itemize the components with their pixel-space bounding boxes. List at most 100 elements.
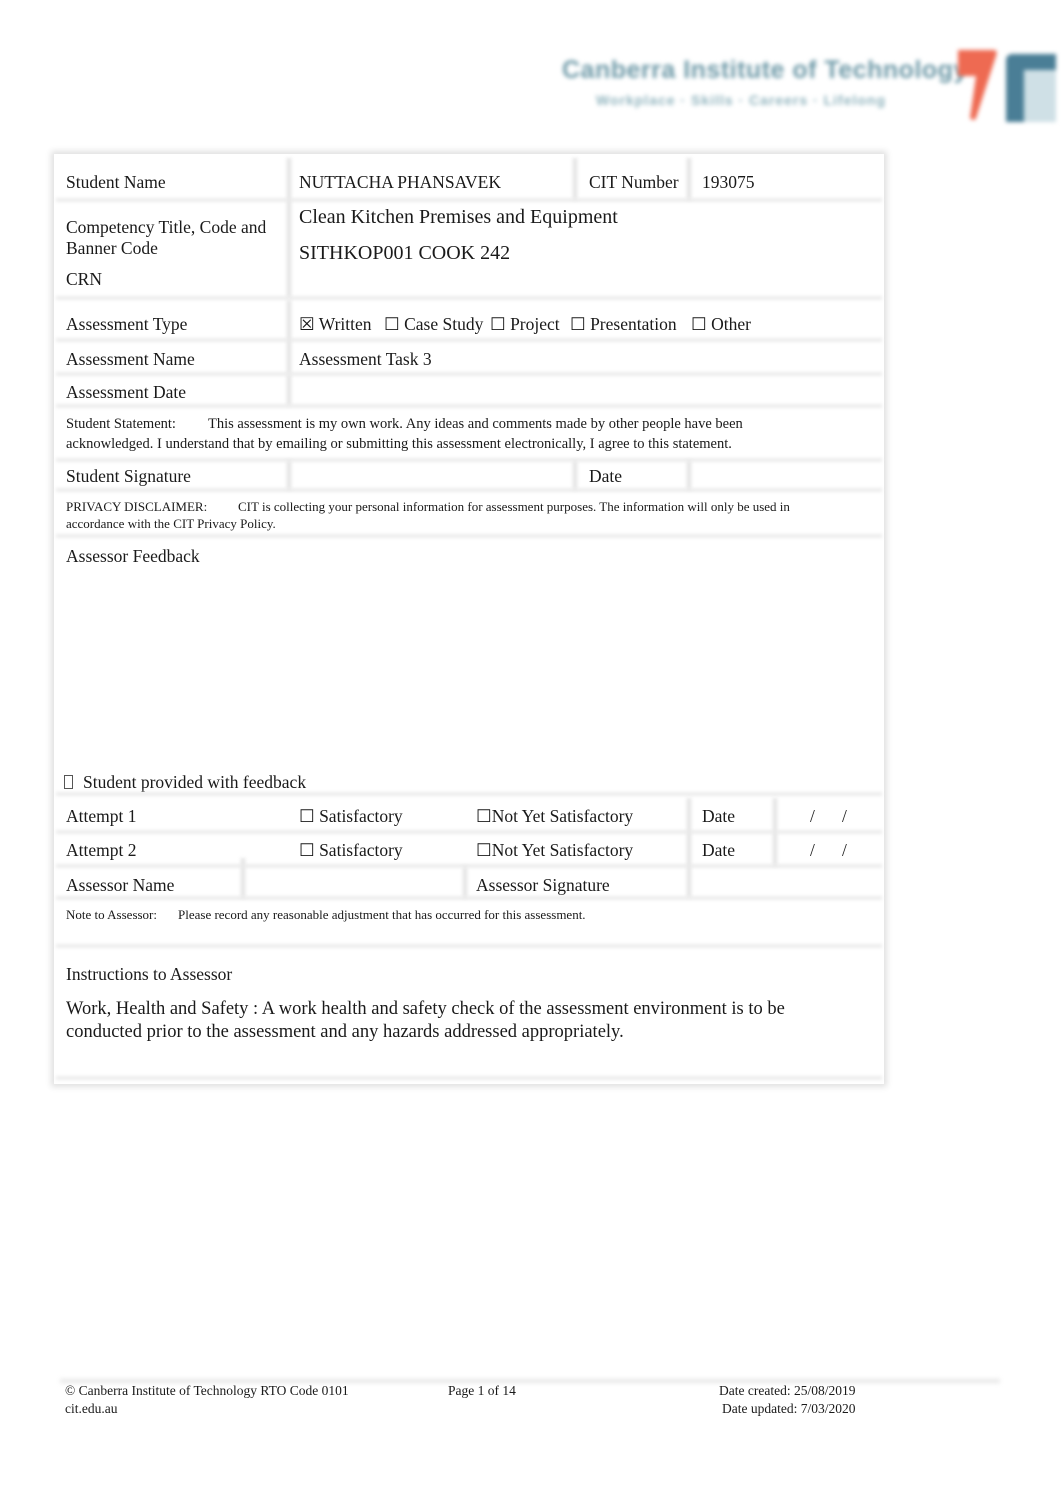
option-label: Other [711, 314, 751, 334]
student-signature-field[interactable] [299, 466, 579, 486]
assessor-signature-field[interactable] [702, 875, 872, 895]
row-student-name: Student Name NUTTACHA PHANSAVEK CIT Numb… [56, 158, 882, 200]
student-statement-line2: acknowledged. I understand that by email… [66, 436, 732, 452]
student-statement-line1: This assessment is my own work. Any idea… [208, 416, 743, 432]
satisfactory-label: Satisfactory [319, 840, 403, 860]
row-assessor: Assessor Name Assessor Signature [56, 866, 882, 898]
logo-mark-icon [958, 50, 997, 120]
cit-logo: Canberra Institute of Technology Workpla… [556, 40, 1062, 125]
student-signature-date-field[interactable] [702, 466, 872, 486]
privacy-line2: accordance with the CIT Privacy Policy. [66, 516, 276, 531]
cit-number-label: CIT Number [589, 172, 679, 192]
instructions-line1: Work, Health and Safety : A work health … [66, 999, 785, 1019]
logo-tagline: Workplace · Skills · Careers · Lifelong [596, 92, 887, 108]
feedback-provided-label: Student provided with feedback [83, 772, 307, 792]
instructions-line2: conducted prior to the assessment and an… [66, 1022, 624, 1042]
assessment-type-label: Assessment Type [66, 314, 188, 334]
not-yet-satisfactory-label: Not Yet Satisfactory [491, 806, 634, 826]
divider [286, 460, 292, 490]
attempt-1-label: Attempt 1 [66, 806, 137, 826]
option-label: Case Study [404, 314, 484, 334]
satisfactory-label: Satisfactory [319, 806, 403, 826]
student-name-value[interactable]: NUTTACHA PHANSAVEK [299, 172, 501, 192]
note-to-assessor-text: Please record any reasonable adjustment … [178, 907, 586, 922]
not-yet-satisfactory-label: Not Yet Satisfactory [491, 840, 634, 860]
attempt-1-date-label: Date [702, 806, 736, 826]
checkbox-icon[interactable]: ☐ [384, 314, 400, 334]
row-attempt-1: Attempt 1 ☐ Satisfactory ☐Not Yet Satisf… [56, 798, 882, 832]
row-student-statement: Student Statement: This assessment is my… [56, 408, 882, 460]
instructions-title: Instructions to Assessor [66, 964, 233, 984]
crn-label: CRN [66, 269, 102, 289]
feedback-provided-checkbox[interactable]: Student provided with feedback [64, 772, 306, 792]
type-option-case-study[interactable]: ☐ Case Study [384, 314, 483, 334]
footer-date-created: Date created: 25/08/2019 [719, 1383, 856, 1398]
assessment-date-field[interactable] [299, 382, 869, 402]
divider [572, 460, 578, 490]
attempt-1-not-yet-satisfactory[interactable]: ☐Not Yet Satisfactory [476, 806, 633, 826]
divider [772, 798, 778, 866]
competency-code[interactable]: SITHKOP001 COOK 242 [299, 242, 510, 264]
divider [462, 866, 468, 898]
assessor-name-label: Assessor Name [66, 875, 175, 895]
assessor-signature-label: Assessor Signature [476, 875, 610, 895]
attempt-1-date-slash[interactable]: / [810, 806, 815, 826]
type-option-written[interactable]: ☒ Written [299, 314, 372, 334]
assessment-name-value[interactable]: Assessment Task 3 [299, 349, 432, 369]
type-option-project[interactable]: ☐ Project [490, 314, 560, 334]
assessment-date-label: Assessment Date [66, 382, 187, 402]
note-to-assessor-label: Note to Assessor: [66, 907, 157, 922]
checkbox-icon[interactable]: ☐ [299, 840, 315, 860]
checkbox-icon[interactable]: ☐ [570, 314, 586, 334]
option-label: Written [318, 314, 372, 334]
cit-number-value[interactable]: 193075 [702, 172, 755, 192]
checkbox-icon[interactable] [64, 775, 73, 789]
competency-label: Competency Title, Code and [66, 217, 267, 237]
student-signature-date-label: Date [589, 466, 623, 486]
attempt-2-not-yet-satisfactory[interactable]: ☐Not Yet Satisfactory [476, 840, 633, 860]
row-assessment-name: Assessment Name Assessment Task 3 [56, 340, 882, 374]
attempt-2-date-slash[interactable]: / [810, 840, 815, 860]
footer-copyright: © Canberra Institute of Technology RTO C… [65, 1383, 349, 1398]
checkbox-checked-icon[interactable]: ☒ [299, 314, 315, 334]
assessor-name-field[interactable] [252, 875, 452, 895]
row-attempt-2: Attempt 2 ☐ Satisfactory ☐Not Yet Satisf… [56, 832, 882, 866]
student-statement-label: Student Statement: [66, 416, 176, 432]
divider [686, 158, 692, 200]
logo-name: Canberra Institute of Technology [562, 56, 968, 84]
row-student-signature: Student Signature Date [56, 460, 882, 490]
row-assessment-type: Assessment Type ☒ Written ☐ Case Study ☐… [56, 300, 882, 340]
checkbox-icon[interactable]: ☐ [476, 840, 492, 860]
student-signature-label: Student Signature [66, 466, 191, 486]
logo-mark-blue-icon [1006, 54, 1056, 122]
row-instructions: Instructions to Assessor Work, Health an… [56, 952, 882, 1078]
checkbox-icon[interactable]: ☐ [490, 314, 506, 334]
row-assessor-feedback: Assessor Feedback Student provided with … [56, 538, 882, 794]
checkbox-icon[interactable]: ☐ [691, 314, 707, 334]
type-option-presentation[interactable]: ☐ Presentation [570, 314, 677, 334]
row-privacy-disclaimer: PRIVACY DISCLAIMER: CIT is collecting yo… [56, 492, 882, 536]
footer-date-updated: Date updated: 7/03/2020 [722, 1401, 856, 1416]
option-label: Project [510, 314, 560, 334]
row-note-to-assessor: Note to Assessor: Please record any reas… [56, 900, 882, 946]
type-option-other[interactable]: ☐ Other [691, 314, 751, 334]
student-name-label: Student Name [66, 172, 166, 192]
banner-code-label: Banner Code [66, 238, 158, 258]
attempt-1-date-slash[interactable]: / [842, 806, 847, 826]
divider [572, 158, 578, 200]
attempt-1-satisfactory[interactable]: ☐ Satisfactory [299, 806, 403, 826]
attempt-2-satisfactory[interactable]: ☐ Satisfactory [299, 840, 403, 860]
footer-page-number: Page 1 of 14 [448, 1383, 516, 1398]
competency-title[interactable]: Clean Kitchen Premises and Equipment [299, 206, 618, 228]
assessor-feedback-field[interactable] [66, 572, 866, 762]
row-assessment-date: Assessment Date [56, 374, 882, 406]
divider [686, 460, 692, 490]
privacy-line1: CIT is collecting your personal informat… [238, 499, 790, 514]
checkbox-icon[interactable]: ☐ [299, 806, 315, 826]
footer-website[interactable]: cit.edu.au [65, 1400, 117, 1418]
attempt-2-date-slash[interactable]: / [842, 840, 847, 860]
option-label: Presentation [590, 314, 677, 334]
assessment-name-label: Assessment Name [66, 349, 195, 369]
attempt-2-date-label: Date [702, 840, 736, 860]
checkbox-icon[interactable]: ☐ [476, 806, 492, 826]
